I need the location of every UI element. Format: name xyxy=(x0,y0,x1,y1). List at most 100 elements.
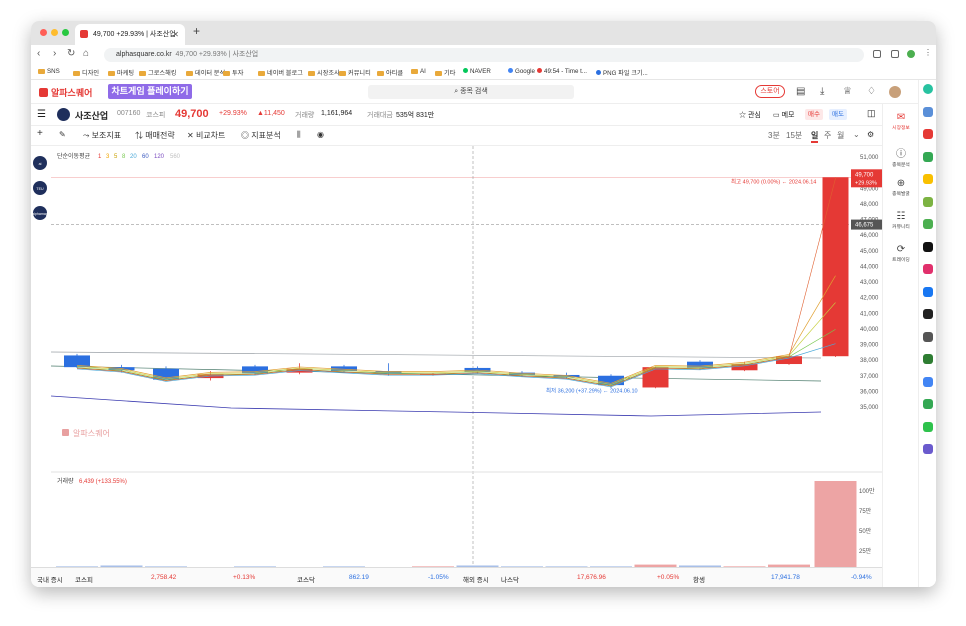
sidebar-app-icon-3[interactable] xyxy=(923,151,933,162)
bookmark-label: 그로스해킹 xyxy=(148,70,177,77)
sidebar-app-icon-5[interactable] xyxy=(923,196,933,207)
minimize-window-dot[interactable] xyxy=(51,29,58,36)
new-tab-icon[interactable]: + xyxy=(193,24,200,38)
url-field[interactable]: alphasquare.co.kr 49,700 +29.93% | 사조산업 xyxy=(104,48,864,62)
period-tab-1[interactable]: 15분 xyxy=(786,130,802,141)
sidebar-app-icon-6[interactable] xyxy=(923,219,933,229)
bookmark-6[interactable]: 네이버 블로그 xyxy=(258,68,303,77)
sidebar-app-icon-16[interactable] xyxy=(923,444,933,454)
bookmark-0[interactable]: SNS xyxy=(38,68,60,75)
amount-value: 535억 831만 xyxy=(396,112,435,119)
period-dropdown-icon[interactable]: ⌄ xyxy=(853,130,860,139)
candle-type-icon[interactable]: ⫼ xyxy=(297,130,301,140)
bookmark-3[interactable]: 그로스해킹 xyxy=(139,68,176,77)
back-icon[interactable]: ‹ xyxy=(37,48,40,59)
volume-bar[interactable] xyxy=(814,481,857,569)
bookmark-8[interactable]: 커뮤니티 xyxy=(339,68,371,77)
overlay-avatar-label: ai xyxy=(39,162,42,166)
sidebar-app-icon-0[interactable] xyxy=(923,84,933,94)
menu-icon[interactable]: ⋮ xyxy=(924,48,932,57)
side-menu-item-3[interactable]: ☷ 커뮤니티 xyxy=(883,211,919,230)
maximize-window-dot[interactable] xyxy=(62,29,69,36)
sell-button[interactable]: 매도 xyxy=(829,109,847,120)
ma-legend-item[interactable]: 1 xyxy=(98,154,102,160)
sidebar-app-icon-13[interactable] xyxy=(923,376,933,387)
side-menu-item-0[interactable]: ✉ 시장정보 xyxy=(883,112,919,131)
period-tab-2[interactable]: 일 xyxy=(811,130,819,143)
add-icon[interactable]: + xyxy=(37,128,43,139)
analysis-button[interactable]: ◎ 지표분석 xyxy=(241,130,281,141)
ma-legend-item[interactable]: 5 xyxy=(114,154,118,160)
sidebar-app-icon-2[interactable] xyxy=(923,129,933,139)
sidebar-app-icon-4[interactable] xyxy=(923,174,933,184)
app-logo[interactable]: 알파스퀘어 xyxy=(39,86,92,99)
ma-legend-item[interactable]: 3 xyxy=(106,154,110,160)
indicator-button[interactable]: ⤳ 보조지표 xyxy=(83,130,121,141)
ma-legend-item[interactable]: 60 xyxy=(142,154,149,160)
sidebar-app-icon-12[interactable] xyxy=(923,354,933,364)
compare-button[interactable]: ✕ 비교차트 xyxy=(187,130,225,141)
sidebar-app-icon-15[interactable] xyxy=(923,421,933,432)
bookmark-1[interactable]: 디자인 xyxy=(73,68,99,77)
period-tab-0[interactable]: 3분 xyxy=(768,130,780,141)
bookmark-2[interactable]: 마케팅 xyxy=(108,68,134,77)
candle-body[interactable] xyxy=(598,375,624,386)
bookmark-11[interactable]: 기타 xyxy=(435,68,455,77)
hamburger-icon[interactable]: ☰ xyxy=(37,109,46,120)
bookmark-7[interactable]: 시장조사 xyxy=(308,68,340,77)
reload-icon[interactable]: ↻ xyxy=(67,48,75,59)
home-icon[interactable]: ⌂ xyxy=(83,48,89,59)
bookmark-13[interactable]: Google xyxy=(508,68,535,75)
stock-search-input[interactable]: ⌕ 종목 검색 xyxy=(368,85,574,99)
bookmark-15[interactable]: PNG 파일 크기... xyxy=(596,68,648,77)
price-chart[interactable]: 51,00050,00049,00048,00047,00046,00045,0… xyxy=(31,146,882,571)
sidebar-app-icon-7[interactable] xyxy=(923,241,933,252)
camera-icon[interactable]: ◉ xyxy=(317,130,324,139)
chart-game-button[interactable]: 차트게임 플레이하기 xyxy=(108,84,192,99)
ma-legend-item[interactable]: 8 xyxy=(122,154,126,160)
bookmark-10[interactable]: AI xyxy=(411,68,426,75)
buy-button[interactable]: 매수 xyxy=(805,109,823,120)
trophy-icon[interactable]: ♕ xyxy=(843,86,852,97)
bookmark-14[interactable]: 49:54 - Time t... xyxy=(537,68,587,75)
bookmark-5[interactable]: 투자 xyxy=(223,68,243,77)
ma-legend-item[interactable]: 120 xyxy=(154,154,165,160)
bell-icon[interactable]: ♢ xyxy=(867,86,876,97)
sidebar-app-icon-9[interactable] xyxy=(923,286,933,297)
ma-legend-item[interactable]: 560 xyxy=(170,154,181,160)
browser-tab[interactable]: 49,700 +29.93% | 사조산업 ✕ xyxy=(75,24,185,45)
forward-icon[interactable]: › xyxy=(53,48,56,59)
downloads-icon[interactable] xyxy=(873,50,881,58)
period-tab-3[interactable]: 주 xyxy=(824,130,831,141)
side-menu-label: 커뮤니티 xyxy=(892,225,910,230)
settings-icon[interactable]: ⚙ xyxy=(867,130,874,139)
volume-axis-label: 50만 xyxy=(859,527,872,535)
sidebar-app-icon-8[interactable] xyxy=(923,264,933,274)
panel-toggle-icon[interactable]: ◫ xyxy=(867,108,876,119)
close-tab-icon[interactable]: ✕ xyxy=(172,24,179,45)
side-menu-item-4[interactable]: ⟳ 트레이딩 xyxy=(883,244,919,263)
candle-body[interactable] xyxy=(242,366,268,374)
sidebar-app-icon-1[interactable] xyxy=(923,106,933,117)
ma-legend-item[interactable]: 20 xyxy=(130,154,137,160)
news-icon[interactable]: ▤ xyxy=(796,86,805,97)
memo-button[interactable]: ▭ 메모 xyxy=(773,110,794,120)
side-menu-item-1[interactable]: ⓘ 종목분석 xyxy=(883,145,919,168)
bookmark-9[interactable]: 아티클 xyxy=(377,68,403,77)
download-icon[interactable]: ⤓ xyxy=(820,86,824,97)
store-button[interactable]: 스토어 xyxy=(755,85,785,98)
sidebar-app-icon-10[interactable] xyxy=(923,309,933,319)
sidebar-app-icon-11[interactable] xyxy=(923,331,933,342)
draw-pen-icon[interactable]: ✎ xyxy=(59,130,66,139)
period-tab-4[interactable]: 월 xyxy=(837,130,844,141)
strategy-button[interactable]: ⇅ 매매전략 xyxy=(135,130,175,141)
watch-button[interactable]: ☆ 관심 xyxy=(739,110,761,120)
extensions-icon[interactable] xyxy=(891,50,899,58)
sidebar-app-icon-14[interactable] xyxy=(923,399,933,409)
close-window-dot[interactable] xyxy=(40,29,47,36)
avatar[interactable] xyxy=(889,86,901,98)
profile-icon[interactable] xyxy=(907,50,915,58)
bookmark-12[interactable]: NAVER xyxy=(463,68,491,75)
side-menu-item-2[interactable]: ⊕ 종목발굴 xyxy=(883,178,919,197)
bookmark-4[interactable]: 데이터 분석 xyxy=(186,68,225,77)
